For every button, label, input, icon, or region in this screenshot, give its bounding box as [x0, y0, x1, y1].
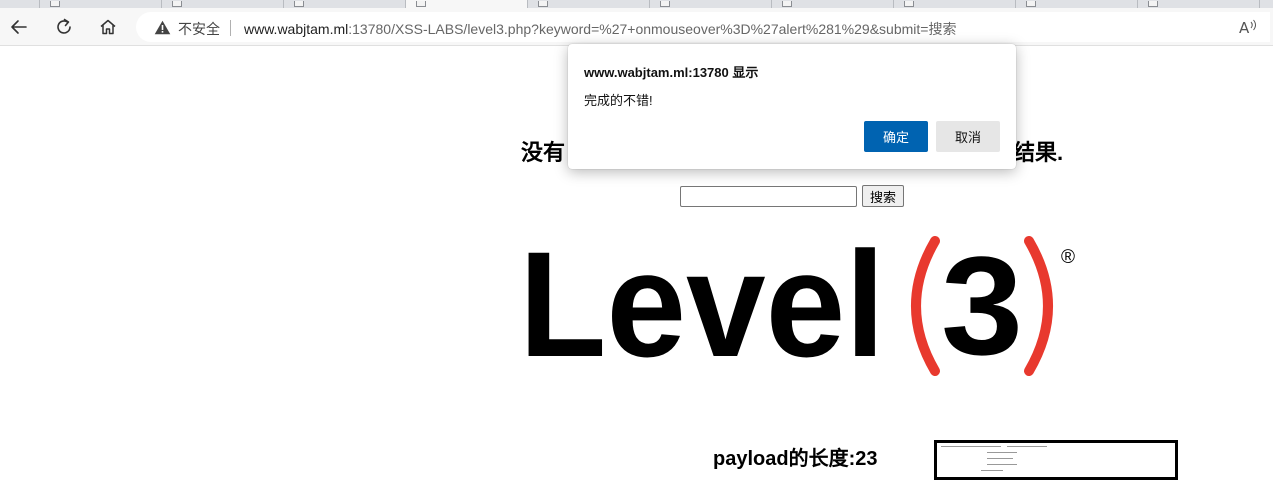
browser-tab-active[interactable]: [406, 0, 528, 8]
browser-tab[interactable]: [650, 0, 772, 8]
address-divider: [230, 20, 231, 36]
cancel-button[interactable]: 取消: [936, 121, 1000, 152]
tab-favicon-icon: [172, 1, 182, 7]
tab-strip: [0, 0, 1273, 8]
tab-favicon-icon: [904, 1, 914, 7]
browser-tab[interactable]: [40, 0, 162, 8]
address-bar[interactable]: 不安全 www.wabjtam.ml:13780/XSS-LABS/level3…: [136, 12, 1270, 42]
read-aloud-icon[interactable]: A: [1238, 18, 1258, 36]
thumb-text-line: [981, 470, 1003, 471]
browser-toolbar: 不安全 www.wabjtam.ml:13780/XSS-LABS/level3…: [0, 8, 1273, 46]
insecure-label[interactable]: 不安全: [178, 19, 220, 39]
thumb-text-line: [987, 458, 1013, 459]
browser-tab[interactable]: [1016, 0, 1138, 8]
logo-registered: ®: [1061, 247, 1075, 268]
payload-length: payload的长度:23: [713, 448, 878, 470]
tab-favicon-icon: [50, 1, 60, 7]
tab-favicon-icon: [660, 1, 670, 7]
page-heading: 没有: [521, 140, 566, 165]
level3-logo: Level 3 ®: [519, 236, 1075, 376]
browser-tab[interactable]: [528, 0, 650, 8]
logo-number: 3: [941, 236, 1023, 376]
search-button[interactable]: 搜索: [862, 185, 904, 207]
tab-favicon-icon: [294, 1, 304, 7]
reload-button[interactable]: [49, 12, 79, 42]
thumb-text-line: [1007, 446, 1047, 447]
browser-tab[interactable]: [894, 0, 1016, 8]
thumb-text-line: [987, 464, 1017, 465]
reload-icon: [57, 18, 71, 34]
page-heading-tail: 结果.: [1013, 140, 1064, 165]
logo-right-paren: [1024, 236, 1053, 376]
browser-tab[interactable]: [1138, 0, 1260, 8]
browser-tab[interactable]: [284, 0, 406, 8]
url-host: www.wabjtam.ml: [244, 21, 349, 37]
alert-dialog: www.wabjtam.ml:13780 显示 完成的不错! 确定 取消: [568, 44, 1016, 169]
svg-text:A: A: [1239, 19, 1250, 36]
tab-favicon-icon: [538, 1, 548, 7]
thumb-text-line: [987, 452, 1017, 453]
search-input[interactable]: [680, 186, 857, 207]
logo-left-paren: [911, 236, 940, 376]
dialog-title: www.wabjtam.ml:13780 显示: [584, 65, 759, 80]
ok-button[interactable]: 确定: [864, 121, 928, 152]
back-arrow-icon: [11, 20, 27, 34]
warning-icon[interactable]: [154, 20, 171, 35]
tab-favicon-icon: [1148, 1, 1158, 7]
dialog-message: 完成的不错!: [584, 93, 653, 108]
home-button[interactable]: [93, 12, 123, 42]
tab-favicon-icon: [416, 1, 426, 7]
browser-tab[interactable]: [162, 0, 284, 8]
thumb-text-line: [941, 446, 1001, 447]
home-icon: [100, 19, 116, 35]
tab-favicon-icon: [782, 1, 792, 7]
screenshot-thumbnail: [934, 440, 1178, 480]
url-text[interactable]: www.wabjtam.ml:13780/XSS-LABS/level3.php…: [244, 19, 956, 39]
browser-tab[interactable]: [772, 0, 894, 8]
url-path: :13780/XSS-LABS/level3.php?keyword=%27+o…: [348, 21, 957, 37]
browser-tab[interactable]: [0, 0, 40, 8]
tab-favicon-icon: [1026, 1, 1036, 7]
back-button[interactable]: [4, 12, 34, 42]
logo-word: Level: [519, 236, 885, 376]
